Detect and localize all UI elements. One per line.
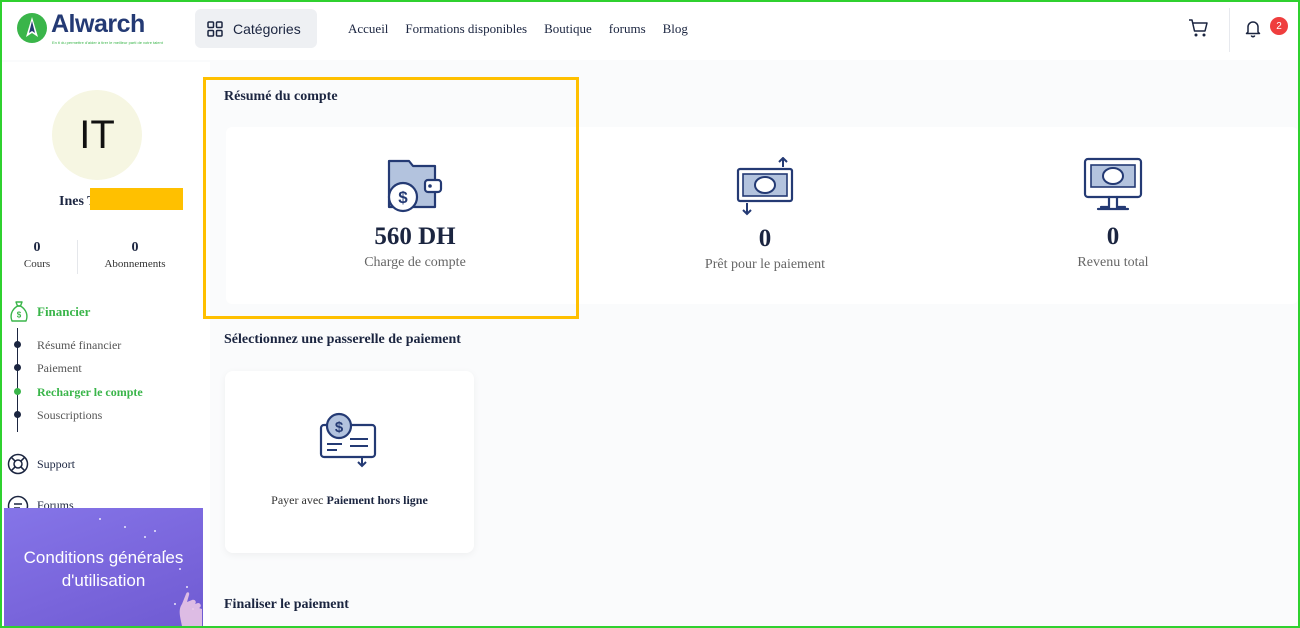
nav-boutique[interactable]: Boutique [544, 21, 592, 37]
submenu-dot-active [14, 388, 21, 395]
nav-forums[interactable]: forums [609, 21, 646, 37]
offline-payment-label: Payer avec Paiement hors ligne [225, 493, 474, 508]
svg-text:$: $ [335, 419, 344, 436]
metric-ready-for-payment-label: Prêt pour le paiement [704, 257, 826, 272]
submenu-paiement[interactable]: Paiement [37, 361, 82, 376]
sparkle [124, 526, 126, 528]
metric-total-revenue-label: Revenu total [1077, 255, 1149, 270]
logo-text: Alwarch [51, 10, 145, 38]
bell-icon[interactable] [1243, 18, 1263, 38]
stat-courses: 0 Cours [12, 240, 62, 270]
cart-icon[interactable] [1188, 17, 1210, 39]
submenu-recharger[interactable]: Recharger le compte [37, 385, 143, 400]
categories-button[interactable]: Catégories [195, 9, 317, 48]
stat-subscriptions: 0 Abonnements [99, 240, 171, 270]
nav-accueil[interactable]: Accueil [348, 21, 388, 37]
hand-icon [179, 592, 202, 626]
finalize-title: Finaliser le paiement [224, 597, 349, 612]
header-divider [1229, 8, 1230, 52]
lifebuoy-icon [7, 453, 29, 475]
logo[interactable]: Alwarch En ti du permettre d'aider à tir… [16, 10, 166, 50]
menu-support[interactable]: Support [37, 457, 75, 472]
stat-courses-label: Cours [23, 258, 51, 270]
highlight-box [203, 77, 579, 319]
offline-payment-card[interactable]: $ Payer avec Paiement hors ligne [225, 371, 474, 553]
redaction-box [90, 188, 183, 210]
nav-blog[interactable]: Blog [663, 21, 688, 37]
gateway-title: Sélectionnez une passerelle de paiement [224, 332, 461, 347]
logo-tagline: En ti du permettre d'aider à tirer le me… [52, 40, 163, 45]
promo-line-1: Conditions générales [23, 548, 184, 567]
money-transfer-icon [736, 157, 794, 216]
stat-courses-value: 0 [33, 240, 41, 255]
menu-financier[interactable]: Financier [37, 304, 90, 320]
promo-banner[interactable]: Conditions générales d'utilisation [4, 508, 203, 626]
categories-label: Catégories [233, 20, 301, 37]
offline-payment-name: Paiement hors ligne [326, 493, 428, 507]
money-monitor-icon [1083, 157, 1143, 211]
logo-icon [17, 13, 47, 43]
submenu-souscriptions[interactable]: Souscriptions [37, 408, 102, 423]
submenu-dot [14, 364, 21, 371]
submenu-resume-financier[interactable]: Résumé financier [37, 338, 121, 353]
money-bag-icon: $ [10, 301, 28, 322]
sparkle [99, 518, 101, 520]
metric-ready-for-payment-value: 0 [758, 225, 772, 252]
sidebar: IT Ines T 0 Cours 0 Abonnements $ Financ… [2, 62, 210, 626]
stat-subscriptions-value: 0 [131, 240, 139, 255]
main-nav: Accueil Formations disponibles Boutique … [348, 21, 688, 37]
metric-ready-for-payment: 0 Prêt pour le paiement [640, 157, 890, 273]
sparkle [144, 536, 146, 538]
svg-text:$: $ [17, 311, 22, 320]
metric-total-revenue-value: 0 [1106, 223, 1120, 250]
submenu-dot [14, 341, 21, 348]
nav-formations[interactable]: Formations disponibles [405, 21, 527, 37]
avatar[interactable]: IT [52, 90, 142, 180]
cheque-payment-icon: $ [319, 412, 377, 468]
top-header: Alwarch En ti du permettre d'aider à tir… [2, 2, 1298, 60]
stat-divider [77, 240, 78, 274]
metric-total-revenue: 0 Revenu total [988, 157, 1238, 271]
stat-subscriptions-label: Abonnements [104, 258, 166, 270]
submenu-dot [14, 411, 21, 418]
notification-badge: 2 [1270, 17, 1288, 35]
offline-payment-prefix: Payer avec [271, 493, 327, 507]
grid-icon [207, 20, 223, 37]
sparkle [154, 530, 156, 532]
